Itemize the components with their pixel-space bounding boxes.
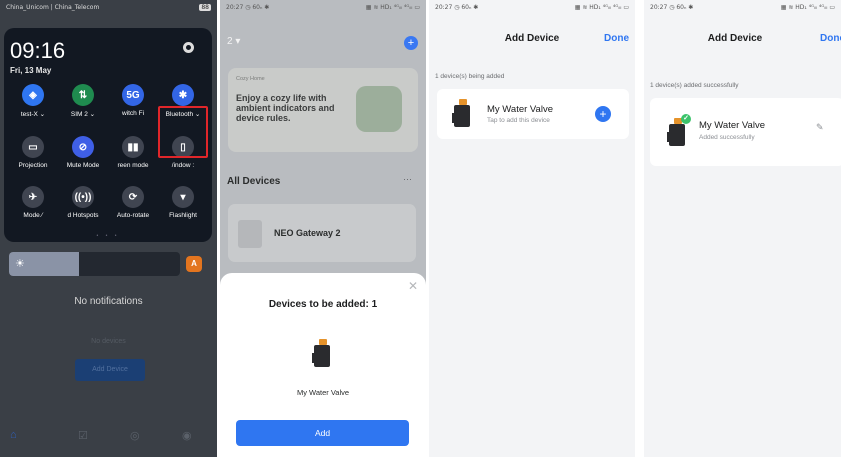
airplane-icon: ✈ [22, 186, 44, 208]
water-valve-icon [312, 339, 333, 371]
water-valve-icon [452, 99, 473, 131]
house-icon [356, 86, 402, 132]
quick-tile[interactable]: ▾ Flashlight [158, 186, 208, 219]
mobile-data-icon: ⇅ [72, 84, 94, 106]
device-name: My Water Valve [487, 104, 553, 115]
device-name: My Water Valve [296, 388, 350, 397]
sheet-title: Devices to be added: 1 [268, 299, 378, 310]
add-device-success-screen: 20:27 ◷ 60ₙ ✱ ▦ ≋ HD₁ ⁴ᴳᵢₗₗ ⁴ᴳᵢₗₗ ▭ Add … [644, 0, 841, 457]
done-button[interactable]: Done [604, 33, 629, 44]
status-bar: 20:27 ◷ 60ₙ ✱ ▦ ≋ HD₁ ⁴ᴳᵢₗₗ ⁴ᴳᵢₗₗ ▭ [220, 0, 426, 14]
wifi-icon: ◈ [22, 84, 44, 106]
device-card[interactable]: ✓ My Water Valve Added successfully ✎ [650, 98, 841, 166]
add-button[interactable]: Add [236, 420, 409, 446]
quick-tile-label: d Hotspots [67, 212, 99, 219]
add-device-icon[interactable]: + [595, 106, 611, 122]
quick-tile-label: Mute Mode [66, 162, 100, 169]
page-title: Add Device [707, 33, 763, 44]
bluetooth-icon: ✱ [172, 84, 194, 106]
close-icon[interactable]: ✕ [408, 279, 418, 293]
carrier-text: China_Unicom | China_Telecom [6, 3, 100, 11]
device-name: My Water Valve [699, 120, 765, 131]
flashlight-icon: ▾ [172, 186, 194, 208]
quick-tile-label: SIM 2 ⌄ [70, 111, 96, 118]
home-with-add-sheet-screen: 20:27 ◷ 60ₙ ✱ ▦ ≋ HD₁ ⁴ᴳᵢₗₗ ⁴ᴳᵢₗₗ ▭ 2 ▾ … [220, 0, 426, 457]
cozy-home-banner[interactable]: Cozy Home Enjoy a cozy life with ambient… [228, 68, 418, 152]
bluetooth-highlight [158, 106, 208, 158]
profile-icon[interactable]: ◉ [182, 429, 192, 442]
add-devices-sheet: ✕ Devices to be added: 1 My Water Valve … [220, 273, 426, 457]
quick-tile-label: /indow : [171, 162, 195, 169]
quick-tile-label: witch Fi [121, 110, 145, 117]
quick-tile-label: Auto-rotate [116, 212, 150, 219]
no-devices-text: No devices [91, 338, 126, 345]
all-devices-heading: All Devices [227, 176, 281, 187]
quick-tile-label: Flashlight [169, 212, 197, 219]
edit-icon[interactable]: ✎ [816, 122, 824, 133]
quick-tile[interactable]: ⊘ Mute Mode [58, 136, 108, 169]
quick-tile[interactable]: ▭ Projection [8, 136, 58, 169]
control-panel: 09:16 Fri, 13 May ◈ test-X ⌄ ⇅ SIM 2 ⌄ 5G wit… [4, 28, 212, 242]
gateway-thumbnail [238, 220, 262, 248]
gateway-card[interactable]: NEO Gateway 2 [228, 204, 416, 262]
screenshot-strip: China_Unicom | China_Telecom 88 09:16 Fr… [0, 0, 841, 457]
status-bar: 20:27 ◷ 60ₙ ✱ ▦ ≋ HD₁ ⁴ᴳᵢₗₗ ⁴ᴳᵢₗₗ ▭ [644, 0, 841, 14]
hotspot-icon: ((•)) [72, 186, 94, 208]
status-icons: ▦ ≋ HD₁ ⁴ᴳᵢₗₗ ⁴ᴳᵢₗₗ ▭ [780, 3, 835, 11]
add-icon[interactable]: + [404, 36, 418, 50]
device-card[interactable]: My Water Valve Tap to add this device + [437, 89, 629, 139]
page-dots: • • • [96, 233, 120, 239]
status-icons: ▦ ≋ HD₁ ⁴ᴳᵢₗₗ ⁴ᴳᵢₗₗ ▭ [365, 3, 420, 11]
brightness-slider[interactable]: ☀ [9, 252, 180, 276]
status-time: 20:27 ◷ 60ₙ ✱ [226, 3, 270, 11]
quick-tile[interactable]: ((•)) d Hotspots [58, 186, 108, 219]
clock: 09:16 [10, 38, 66, 63]
progress-subtitle: 1 device(s) being added [435, 73, 505, 80]
status-time: 20:27 ◷ 60ₙ ✱ [435, 3, 479, 11]
gear-icon[interactable] [183, 42, 194, 53]
auto-brightness-icon[interactable]: A [186, 256, 202, 272]
5g-icon: 5G [122, 84, 144, 106]
home-selector[interactable]: 2 ▾ [227, 36, 240, 47]
quick-tile[interactable]: 5G witch Fi [108, 84, 158, 117]
battery-icon: 88 [199, 3, 211, 11]
bottom-nav: ⌂ ☑ ◎ ◉ [0, 429, 217, 451]
no-notifications-text: No notifications [74, 296, 143, 307]
quick-tile[interactable]: ▮▮ reen mode [108, 136, 158, 169]
quick-tile-label: Projection [18, 162, 48, 169]
quick-tile-label: reen mode [117, 162, 149, 169]
status-icons: ▦ ≋ HD₁ ⁴ᴳᵢₗₗ ⁴ᴳᵢₗₗ ▭ [574, 3, 629, 11]
banner-kicker: Cozy Home [236, 76, 265, 82]
success-subtitle: 1 device(s) added successfully [650, 82, 739, 89]
more-icon[interactable]: ··· [403, 174, 412, 184]
scene-icon[interactable]: ☑ [78, 429, 88, 442]
done-button[interactable]: Done [820, 33, 841, 44]
check-icon: ✓ [681, 114, 691, 124]
device-status: Added successfully [699, 134, 755, 141]
status-bar: China_Unicom | China_Telecom 88 [0, 0, 217, 14]
quick-tile[interactable]: ⇅ SIM 2 ⌄ [58, 84, 108, 118]
quick-tile-label: Mode ⁄ [23, 212, 43, 219]
sun-icon: ☀ [9, 252, 79, 276]
smart-icon[interactable]: ◎ [130, 429, 140, 442]
add-device-pending-screen: 20:27 ◷ 60ₙ ✱ ▦ ≋ HD₁ ⁴ᴳᵢₗₗ ⁴ᴳᵢₗₗ ▭ Add … [429, 0, 635, 457]
quick-tile[interactable]: ◈ test-X ⌄ [8, 84, 58, 118]
mute-icon: ⊘ [72, 136, 94, 158]
banner-text: Enjoy a cozy life with ambient indicator… [236, 93, 335, 123]
control-center-screen: China_Unicom | China_Telecom 88 09:16 Fr… [0, 0, 217, 457]
gateway-name: NEO Gateway 2 [274, 228, 341, 238]
screen-mode-icon: ▮▮ [122, 136, 144, 158]
rotate-icon: ⟳ [122, 186, 144, 208]
projection-icon: ▭ [22, 136, 44, 158]
quick-tile[interactable]: ⟳ Auto-rotate [108, 186, 158, 219]
add-device-button[interactable]: Add Device [75, 359, 145, 381]
status-bar: 20:27 ◷ 60ₙ ✱ ▦ ≋ HD₁ ⁴ᴳᵢₗₗ ⁴ᴳᵢₗₗ ▭ [429, 0, 635, 14]
quick-tile[interactable]: ✈ Mode ⁄ [8, 186, 58, 219]
home-icon[interactable]: ⌂ [10, 429, 17, 441]
quick-tile-label: test-X ⌄ [20, 111, 46, 118]
date: Fri, 13 May [10, 66, 52, 75]
device-hint: Tap to add this device [487, 117, 550, 124]
status-time: 20:27 ◷ 60ₙ ✱ [650, 3, 694, 11]
